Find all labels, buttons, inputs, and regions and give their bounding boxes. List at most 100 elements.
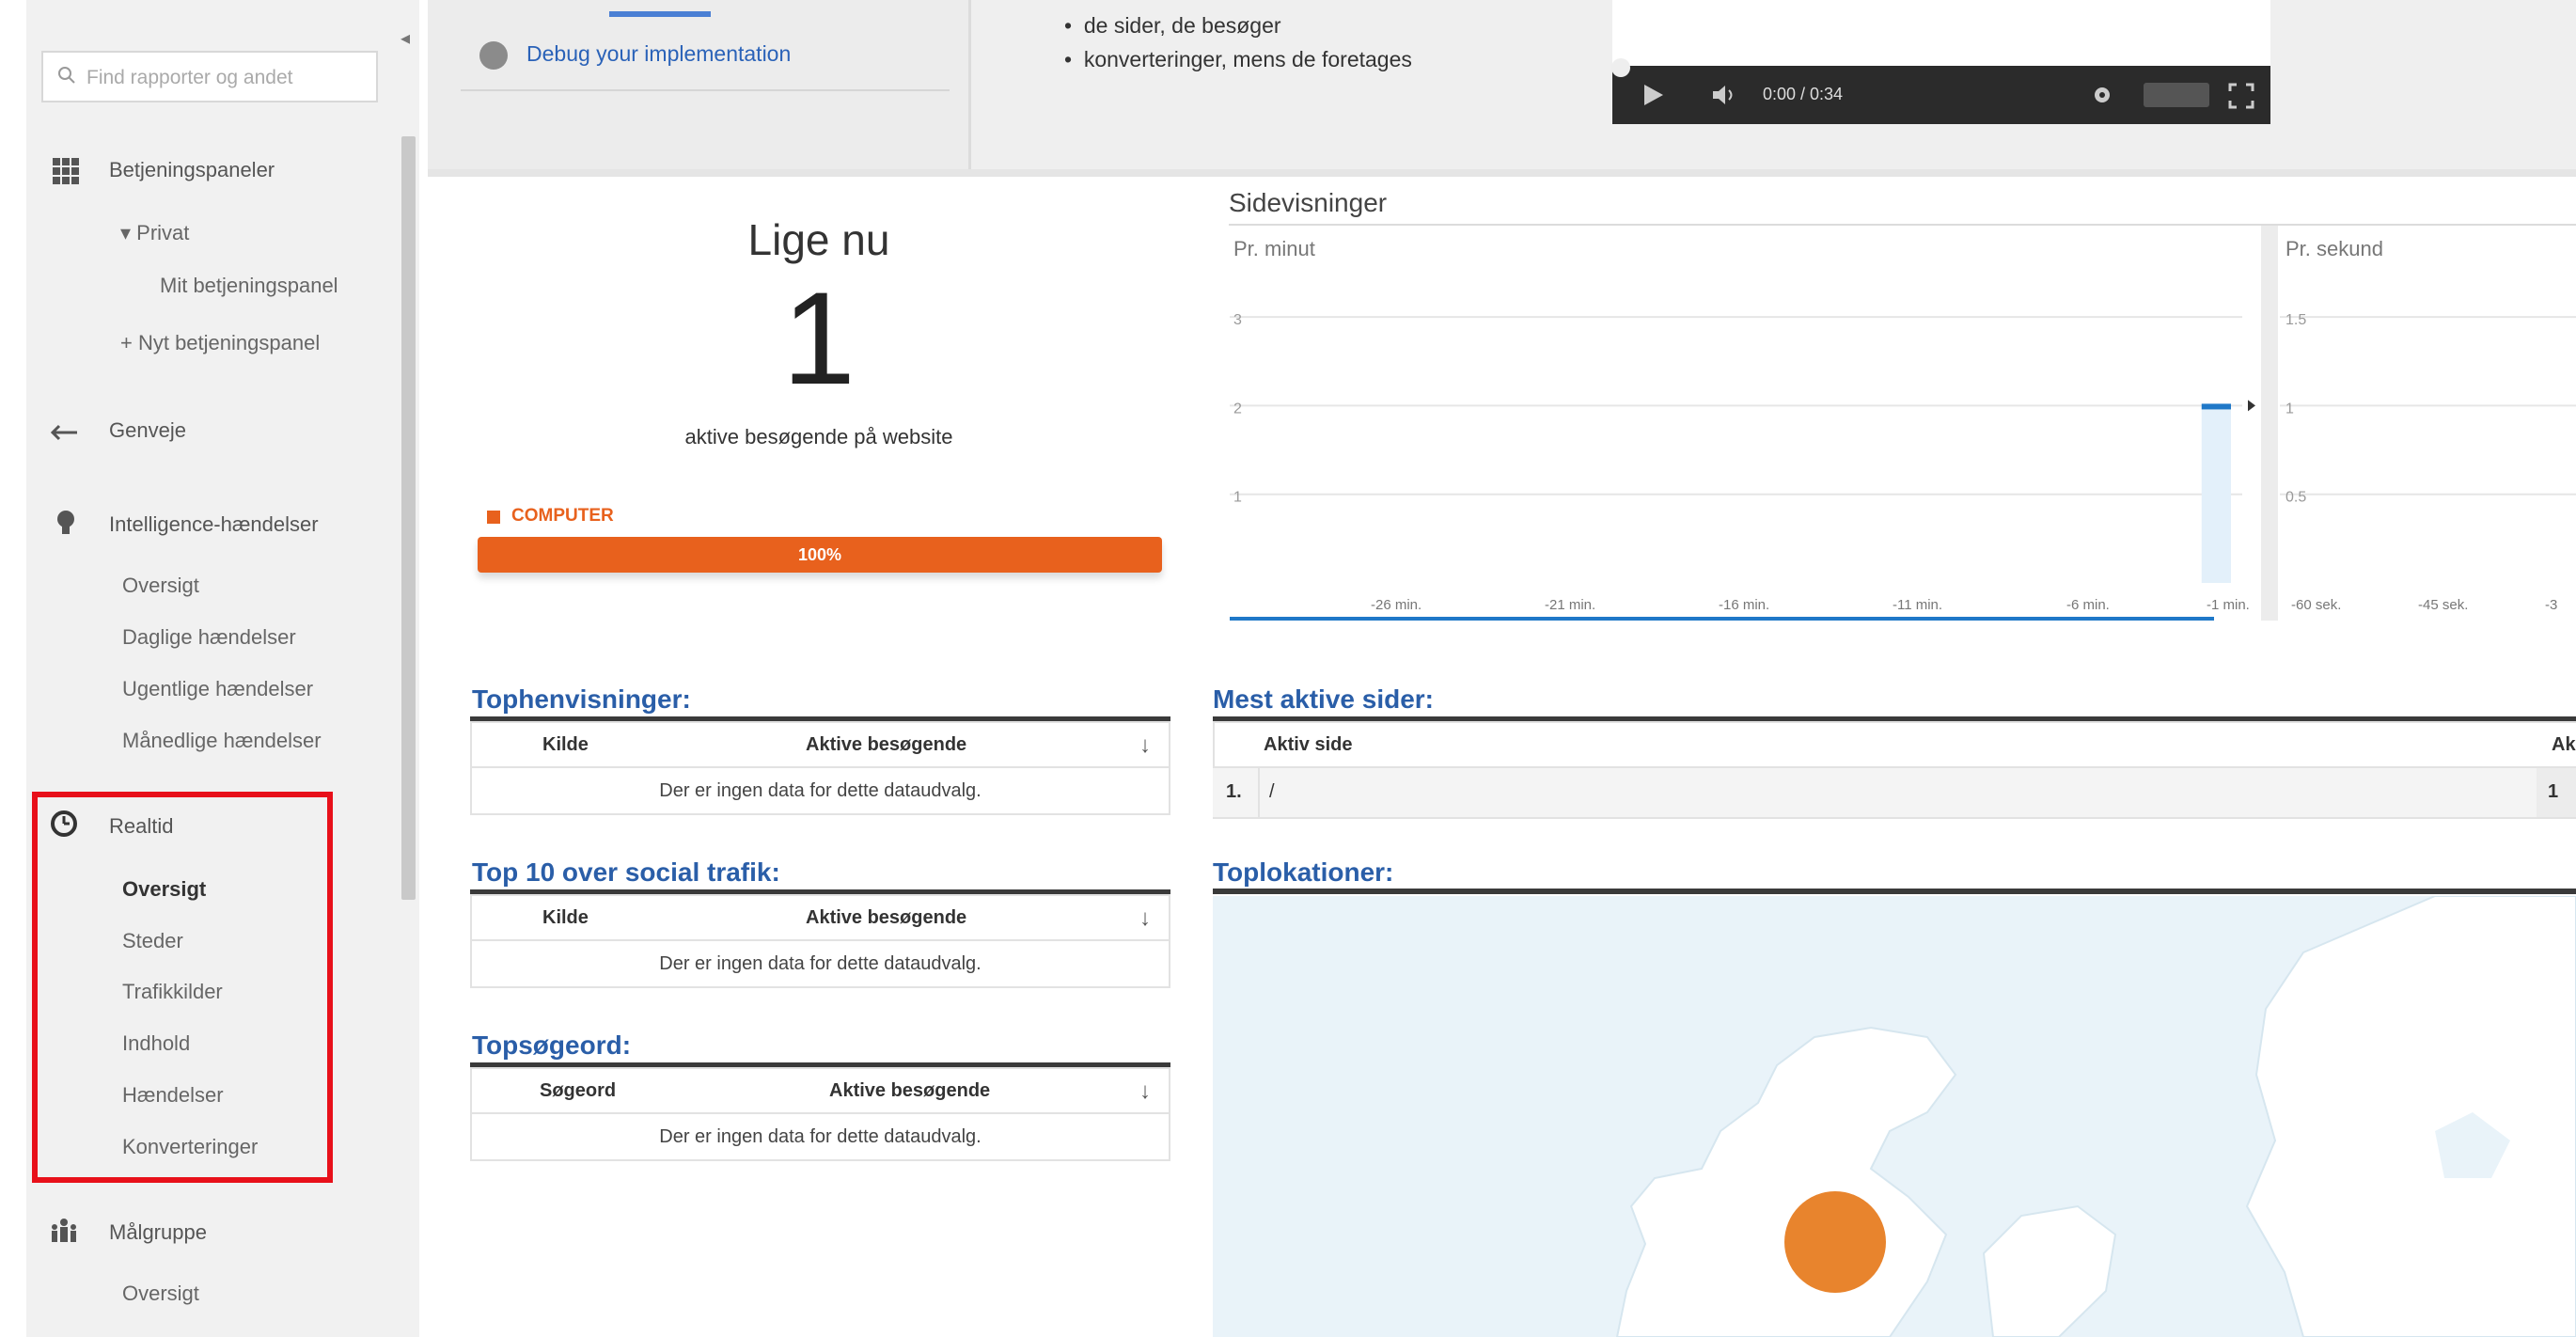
nav-my-dashboard[interactable]: Mit betjeningspanel (160, 274, 338, 298)
top-left-panel (428, 0, 971, 169)
row-page-path[interactable]: / (1269, 781, 1275, 803)
grid-icon (53, 158, 79, 184)
device-legend-swatch (487, 511, 500, 524)
x-tick-label: -1 min. (2207, 597, 2250, 613)
realtime-highlight-box (32, 792, 333, 1183)
y-tick-label: 2 (1233, 401, 1242, 417)
y-tick-label: 0.5 (2285, 490, 2306, 506)
sort-down-icon[interactable]: ↓ (1139, 732, 1151, 759)
nav-monthly-events[interactable]: Månedlige hændelser (122, 729, 322, 753)
search-icon (58, 67, 75, 84)
chart-pointer-arrow (2248, 400, 2255, 412)
col-header-active-visitors[interactable]: Aktive besøgende (829, 1080, 990, 1102)
collapse-sidebar-icon[interactable]: ◂ (401, 26, 410, 50)
lightbulb-icon (57, 511, 74, 534)
table-header: Kilde Aktive besøgende ↓ (470, 894, 1170, 941)
cell-divider (1258, 768, 1260, 817)
x-tick-label: -21 min. (1545, 597, 1595, 613)
nav-intelligence-overview[interactable]: Oversigt (122, 574, 199, 598)
chart-title: Sidevisninger (1229, 188, 1388, 217)
row-count: 1 (2548, 781, 2559, 802)
video-scrubber-handle[interactable] (1610, 56, 1632, 79)
chart-subtitle: Pr. minut (1233, 237, 1315, 260)
panel-separator (2261, 226, 2278, 621)
y-tick-label: 1 (1233, 490, 1242, 506)
search-placeholder: Find rapporter og andet (86, 67, 293, 88)
col-header-active-visitors[interactable]: Aktive besøgende (806, 907, 966, 929)
x-tick-label: -45 sek. (2418, 597, 2468, 613)
chart-plot-area (2280, 226, 2576, 621)
table-row[interactable]: 1. / 1 (1213, 768, 2576, 819)
volume-icon[interactable] (1711, 83, 1741, 107)
row-rank: 1. (1226, 781, 1242, 802)
bullet-item: • de sider, de besøger (1064, 13, 1281, 38)
x-tick-label: -60 sek. (2291, 597, 2341, 613)
settings-icon[interactable] (2092, 85, 2113, 105)
row-count-cell: 1 (2537, 768, 2576, 817)
play-icon[interactable] (1641, 83, 1665, 107)
video-player[interactable] (1612, 0, 2270, 66)
sort-down-icon[interactable]: ↓ (1139, 905, 1151, 932)
audience-icon (52, 1219, 76, 1242)
col-header-source[interactable]: Kilde (542, 907, 589, 929)
video-time: 0:00 / 0:34 (1763, 85, 1844, 103)
chart-plot-area (1230, 226, 2242, 621)
bullet-item: • konverteringer, mens de foretages (1064, 47, 1412, 71)
divider (461, 89, 950, 91)
nav-audience-overview[interactable]: Oversigt (122, 1282, 199, 1306)
shortcut-arrow-icon (50, 424, 77, 441)
nav-private[interactable]: ▾ Privat (120, 221, 189, 245)
active-visitors-label: aktive besøgende på website (684, 425, 953, 448)
table-header: Aktiv side Ak (1213, 721, 2576, 768)
col-header-keyword[interactable]: Søgeord (540, 1080, 616, 1102)
table-header: Søgeord Aktive besøgende ↓ (470, 1067, 1170, 1114)
top-pages-title: Mest aktive sider: (1213, 684, 1434, 714)
x-tick-label: -3 (2545, 597, 2557, 613)
col-header-active-page[interactable]: Aktiv side (1264, 734, 1352, 756)
denmark-map-shape (1615, 896, 2576, 1337)
gear-icon (479, 41, 508, 70)
device-label: COMPUTER (511, 506, 614, 526)
bar-cap (2201, 403, 2231, 410)
nav-audience[interactable]: Målgruppe (109, 1220, 207, 1245)
col-header-active-visitors[interactable]: Aktive besøgende (806, 734, 966, 756)
nav-weekly-events[interactable]: Ugentlige hændelser (122, 677, 313, 701)
location-marker[interactable] (1784, 1191, 1886, 1293)
sidebar-scrollbar[interactable] (401, 136, 416, 900)
chart-subtitle: Pr. sekund (2285, 237, 2383, 260)
table-empty-message: Der er ingen data for dette dataudvalg. (470, 768, 1170, 815)
x-tick-label: -11 min. (1893, 597, 1942, 613)
top-social-title: Top 10 over social trafik: (472, 857, 780, 887)
y-tick-label: 3 (1233, 312, 1242, 328)
device-percent-bar: 100% (478, 537, 1162, 573)
x-tick-label: -26 min. (1371, 597, 1422, 613)
youtube-logo-icon[interactable] (2144, 83, 2209, 107)
table-empty-message: Der er ingen data for dette dataudvalg. (470, 941, 1170, 988)
nav-new-dashboard[interactable]: + Nyt betjeningspanel (120, 331, 320, 355)
fullscreen-icon[interactable] (2228, 83, 2254, 109)
x-tick-label: -6 min. (2066, 597, 2110, 613)
y-tick-label: 1.5 (2285, 312, 2306, 328)
nav-dashboards[interactable]: Betjeningspaneler (109, 158, 275, 182)
top-locations-title: Toplokationer: (1213, 857, 1394, 887)
col-header-source[interactable]: Kilde (542, 734, 589, 756)
active-visitors-count: 1 (782, 264, 856, 412)
debug-link[interactable]: Debug your implementation (526, 41, 791, 67)
video-controls: 0:00 / 0:34 (1612, 66, 2270, 124)
top-keywords-title: Topsøgeord: (472, 1030, 632, 1060)
section-rule (1213, 889, 2576, 894)
search-input[interactable]: Find rapporter og andet (41, 51, 378, 102)
right-now-title: Lige nu (747, 215, 890, 264)
pageviews-chart: Pr. minut 3 2 1 -26 min. -21 min. -16 min. -11 … (1230, 226, 2576, 621)
nav-daily-events[interactable]: Daglige hændelser (122, 625, 296, 650)
sort-down-icon[interactable]: ↓ (1139, 1078, 1151, 1105)
nav-intelligence[interactable]: Intelligence-hændelser (109, 512, 319, 537)
col-header-active[interactable]: Ak (2552, 734, 2576, 756)
top-referrals-title: Tophenvisninger: (472, 684, 691, 714)
y-tick-label: 1 (2285, 401, 2294, 417)
tab-underline (609, 11, 711, 17)
locations-map[interactable] (1213, 896, 2576, 1337)
bar (2201, 405, 2231, 583)
table-empty-message: Der er ingen data for dette dataudvalg. (470, 1114, 1170, 1161)
nav-shortcuts[interactable]: Genveje (109, 418, 186, 443)
